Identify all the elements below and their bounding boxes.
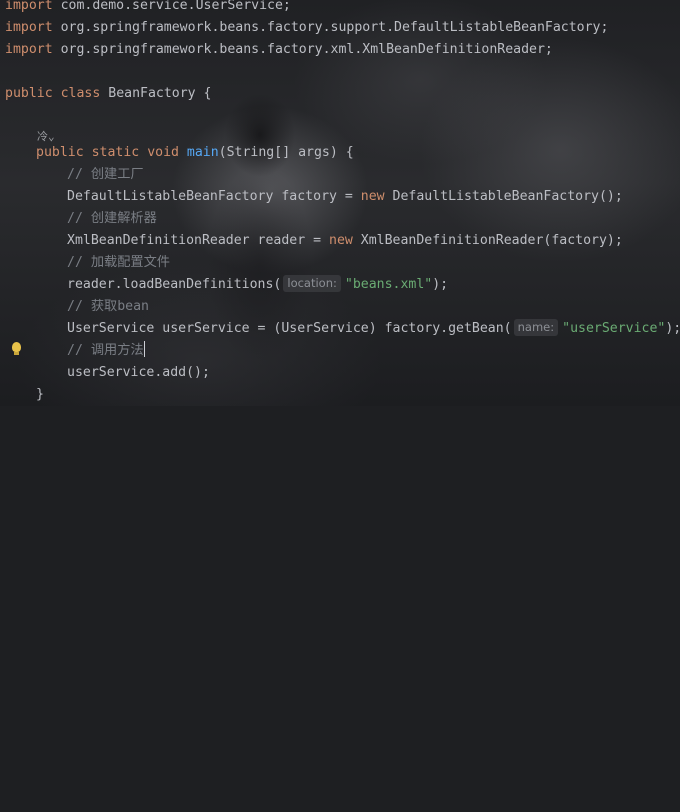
keyword-new: new — [329, 233, 353, 248]
load-call: reader.loadBeanDefinitions( — [67, 277, 282, 292]
code-line-comment-call[interactable]: // 调用方法 — [67, 340, 145, 362]
code-line-factory[interactable]: DefaultListableBeanFactory factory = new… — [67, 186, 623, 208]
statement-end: ); — [432, 277, 449, 292]
method-params: (String[] args) { — [218, 145, 354, 160]
comment-create-factory: // 创建工厂 — [67, 167, 144, 182]
import-path: com.demo.service.UserService; — [60, 0, 291, 13]
method-name: main — [186, 145, 219, 160]
code-line-class-decl[interactable]: public class BeanFactory { — [5, 83, 211, 105]
closing-brace: } — [36, 387, 44, 402]
factory-declaration: DefaultListableBeanFactory factory = — [67, 189, 361, 204]
keyword-static: static — [91, 145, 140, 160]
text-caret — [143, 341, 145, 357]
keyword-new: new — [360, 189, 385, 204]
string-userservice: "userService" — [562, 321, 666, 336]
keyword-public: public — [36, 145, 84, 160]
code-line-import-1[interactable]: import com.demo.service.UserService; — [5, 0, 291, 17]
keyword-void: void — [147, 145, 179, 160]
code-editor[interactable]: import com.demo.service.UserService; imp… — [0, 0, 680, 406]
keyword-class: class — [60, 86, 101, 101]
keyword-import: import — [5, 42, 53, 57]
comment-get-bean: // 获取bean — [67, 299, 149, 314]
code-line-import-3[interactable]: import org.springframework.beans.factory… — [5, 39, 553, 61]
parameter-hint-name: name: — [513, 319, 559, 336]
code-line-import-2[interactable]: import org.springframework.beans.factory… — [5, 17, 608, 39]
reader-declaration: XmlBeanDefinitionReader reader = — [67, 233, 330, 248]
keyword-public: public — [5, 86, 53, 101]
import-path: org.springframework.beans.factory.xml.Xm… — [60, 42, 553, 57]
getbean-call: UserService userService = (UserService) … — [67, 321, 512, 336]
code-line-load[interactable]: reader.loadBeanDefinitions(location: "bea… — [67, 274, 448, 296]
statement-end: ); — [665, 321, 680, 336]
code-line-add[interactable]: userService.add(); — [67, 362, 210, 384]
reader-constructor: XmlBeanDefinitionReader(factory); — [352, 233, 623, 248]
comment-create-reader: // 创建解析器 — [67, 211, 157, 226]
import-path: org.springframework.beans.factory.suppor… — [60, 20, 609, 35]
comment-load-config: // 加载配置文件 — [67, 255, 170, 270]
string-beans-xml: "beans.xml" — [344, 277, 433, 292]
code-line-reader[interactable]: XmlBeanDefinitionReader reader = new Xml… — [67, 230, 623, 252]
code-line-getbean[interactable]: UserService userService = (UserService) … — [67, 318, 680, 340]
lightbulb-icon[interactable] — [12, 342, 21, 355]
keyword-import: import — [5, 0, 53, 13]
factory-constructor: DefaultListableBeanFactory(); — [384, 189, 623, 204]
comment-call-method: // 调用方法 — [67, 343, 144, 358]
code-line-main-decl[interactable]: public static void main(String[] args) { — [36, 142, 354, 164]
parameter-hint-location: location: — [283, 275, 341, 292]
class-name: BeanFactory { — [108, 86, 212, 101]
keyword-import: import — [5, 20, 53, 35]
